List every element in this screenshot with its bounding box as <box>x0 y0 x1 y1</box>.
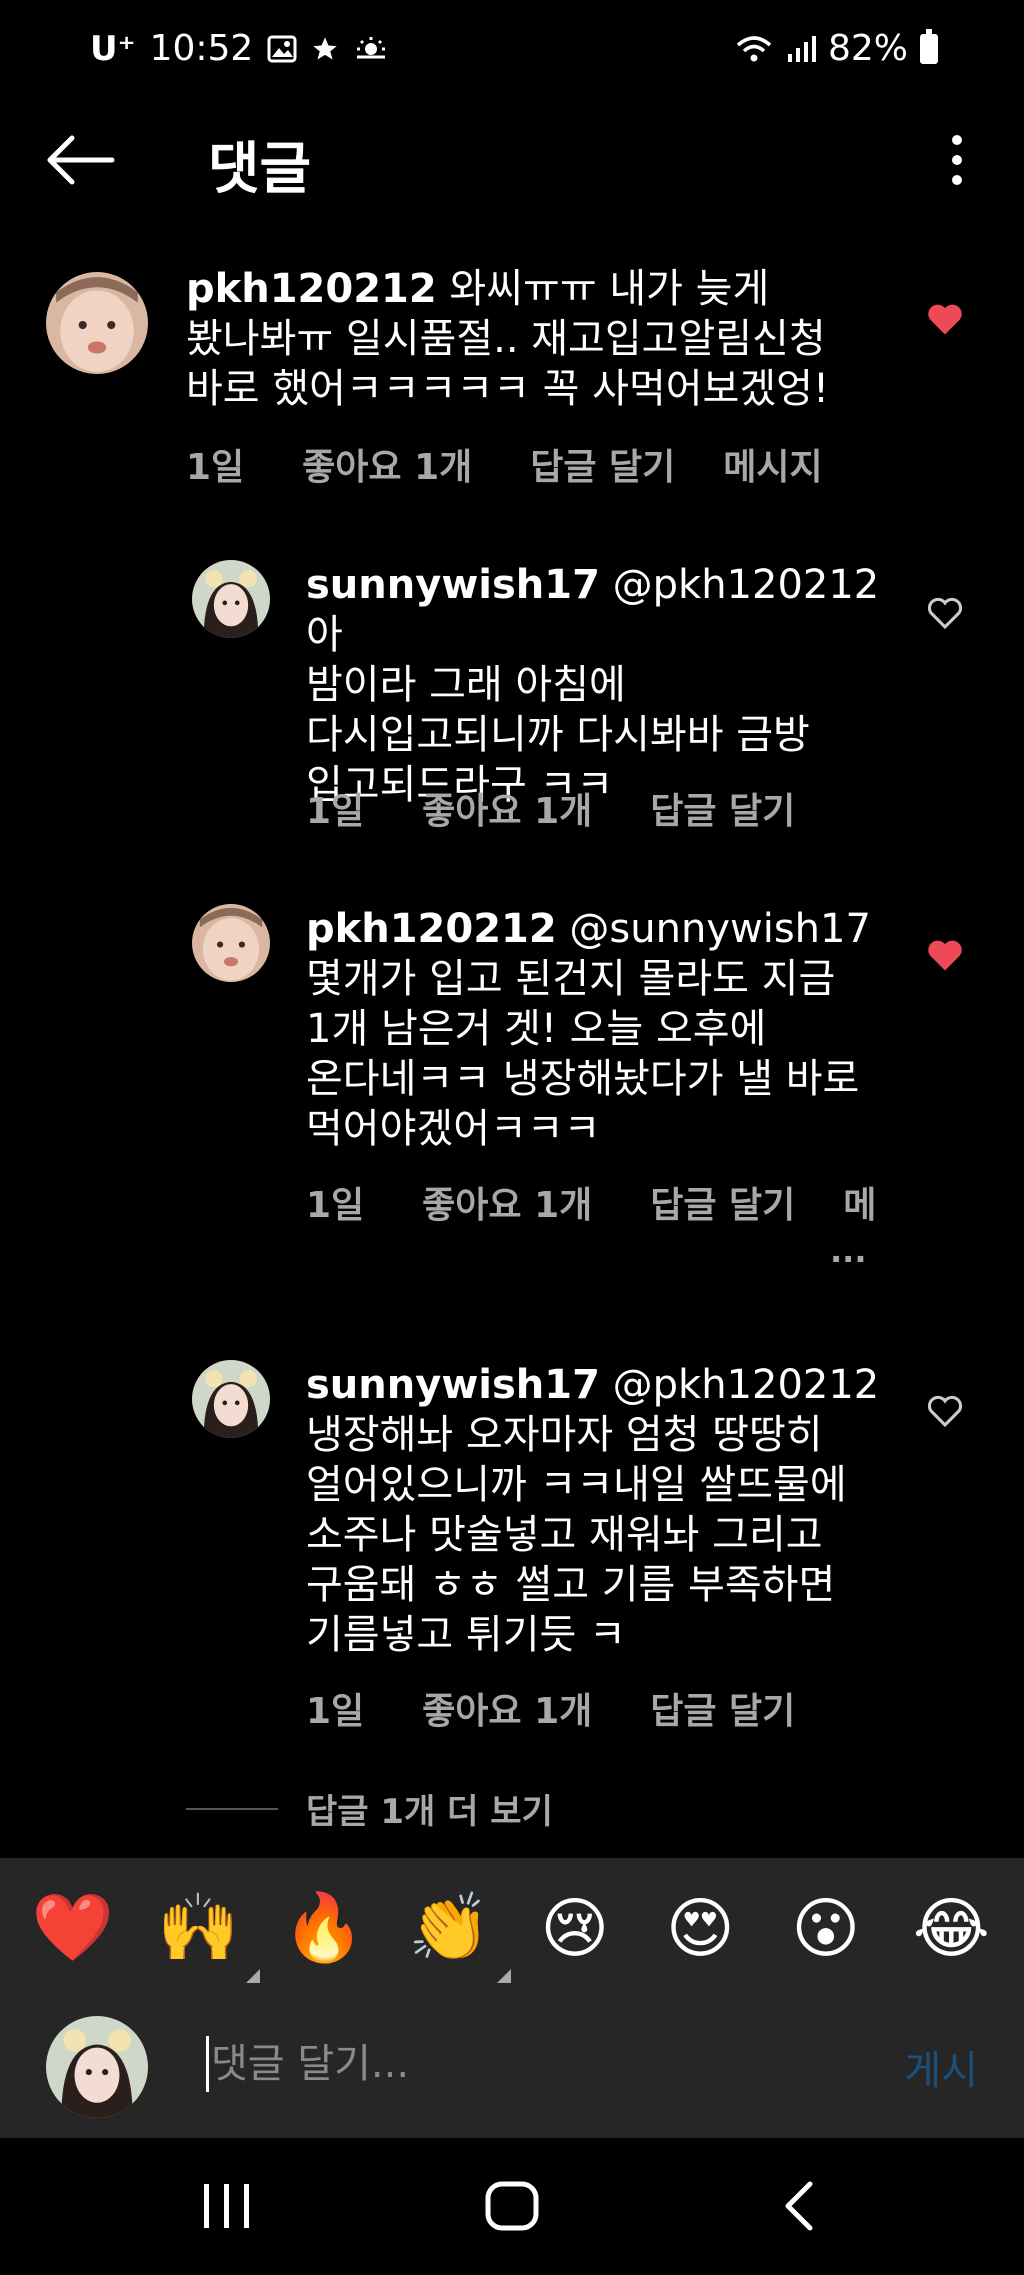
message-link[interactable]: 메 <box>843 1176 876 1228</box>
emoji-glyph: 🙌 <box>157 1889 240 1966</box>
likes-count-link[interactable]: 좋아요 1개 <box>302 438 472 490</box>
emoji-reaction-bar: ❤️ 🙌 🔥 👏 😢 😍 😮 😂 <box>0 1858 1024 1998</box>
back-arrow-icon[interactable] <box>42 128 122 192</box>
skin-tone-indicator <box>497 1969 512 1983</box>
system-nav-bar <box>0 2138 1024 2275</box>
comment-line: 소주나 맛술넣고 재워놔 그리고 <box>306 1512 823 1558</box>
page-title: 댓글 <box>208 137 312 202</box>
likes-count-link[interactable]: 좋아요 1개 <box>422 1682 592 1734</box>
image-icon <box>267 35 297 62</box>
avatar[interactable] <box>46 272 148 374</box>
comment-text: sunnywish17 @pkh120212 아 밤이라 그래 아침에 다시입고… <box>306 560 906 810</box>
post-button[interactable]: 게시 <box>904 2038 978 2096</box>
view-more-label: 답글 1개 더 보기 <box>306 1792 553 1832</box>
emoji-crying[interactable]: 😢 <box>525 1890 625 1967</box>
more-actions-ellipsis[interactable]: ... <box>830 1232 866 1270</box>
comment-meta: 1일 좋아요 1개 답글 달기 <box>306 1682 853 1734</box>
comment-line: 1개 남은거 겟! 오늘 오후에 <box>306 1006 767 1052</box>
comment-line: 온다네ㅋㅋ 냉장해놨다가 낼 바로 <box>306 1056 860 1102</box>
comment-meta: 1일 좋아요 1개 답글 달기 <box>306 782 853 834</box>
comment-line: 얼어있으니까 ㅋㅋ내일 쌀뜨물에 <box>306 1462 847 1508</box>
heart-outline-icon[interactable] <box>926 1394 964 1428</box>
likes-count-link[interactable]: 좋아요 1개 <box>422 782 592 834</box>
avatar[interactable] <box>192 560 270 638</box>
emoji-raised-hands[interactable]: 🙌 <box>148 1889 261 1983</box>
comment-username[interactable]: sunnywish17 <box>306 562 600 608</box>
status-bar: U⁺ 10:52 82% <box>0 0 1024 100</box>
view-more-replies[interactable]: 답글 1개 더 보기 <box>186 1784 553 1833</box>
emoji-laughing[interactable]: 😂 <box>901 1890 1001 1967</box>
weather-icon <box>357 36 386 58</box>
comment-meta: 1일 좋아요 1개 답글 달기 메 <box>306 1176 934 1228</box>
back-nav-icon[interactable] <box>780 2178 820 2234</box>
home-icon[interactable] <box>484 2178 540 2234</box>
message-link[interactable]: 메시지 <box>723 438 822 490</box>
skin-tone-indicator <box>246 1969 261 1983</box>
comment-input-bar: 댓글 달기... 게시 <box>0 1998 1024 2138</box>
clock: 10:52 <box>149 28 254 69</box>
comment-username[interactable]: sunnywish17 <box>306 1362 600 1408</box>
comment-line: 먹어야겠어ㅋㅋㅋ <box>306 1106 601 1152</box>
reply-link[interactable]: 답글 달기 <box>530 438 675 490</box>
battery-icon <box>920 28 938 64</box>
battery-percent: 82% <box>827 28 908 69</box>
comment-line: 냉장해놔 오자마자 엄청 땅땅히 <box>306 1412 823 1458</box>
comment-time: 1일 <box>306 1185 365 1226</box>
emoji-fire[interactable]: 🔥 <box>274 1889 374 1967</box>
mention-link[interactable]: @pkh120212 <box>613 562 880 608</box>
emoji-clap[interactable]: 👏 <box>399 1889 512 1983</box>
divider-line <box>186 1807 278 1810</box>
status-right: 82% <box>734 28 938 69</box>
comment-line: 구움돼 ㅎㅎ 썰고 기름 부족하면 <box>306 1562 836 1608</box>
comment-meta: 1일 좋아요 1개 답글 달기 메시지 <box>186 438 881 490</box>
more-options-icon[interactable] <box>932 128 982 192</box>
reply-link[interactable]: 답글 달기 <box>650 1176 795 1228</box>
emoji-surprised[interactable]: 😮 <box>776 1890 876 1967</box>
status-left: U⁺ 10:52 <box>90 28 389 69</box>
comment-line: 다시입고되니까 다시봐바 금방 <box>306 712 810 758</box>
comment-text: pkh120212 와씨ㅠㅠ 내가 늦게 봤나봐ㅠ 일시품절.. 재고입고알림신… <box>186 264 906 414</box>
comment-line: 기름넣고 튀기듯 ㅋ <box>306 1612 626 1658</box>
heart-filled-icon[interactable] <box>926 302 964 336</box>
mention-link[interactable]: @sunnywish17 <box>569 906 870 952</box>
emoji-heart-eyes[interactable]: 😍 <box>650 1890 750 1967</box>
comment-time: 1일 <box>306 791 365 832</box>
recent-apps-icon[interactable] <box>200 2178 254 2234</box>
comment-username[interactable]: pkh120212 <box>306 906 557 952</box>
heart-filled-icon[interactable] <box>926 938 964 972</box>
comment-time: 1일 <box>306 1691 365 1732</box>
emoji-heart[interactable]: ❤️ <box>23 1889 123 1967</box>
carrier-label: U⁺ <box>90 28 136 69</box>
avatar[interactable] <box>192 904 270 982</box>
reply-link[interactable]: 답글 달기 <box>650 782 795 834</box>
heart-outline-icon[interactable] <box>926 596 964 630</box>
mention-link[interactable]: @pkh120212 <box>613 1362 880 1408</box>
comment-line: 바로 했어ㅋㅋㅋㅋㅋ 꼭 사먹어보겠엉! <box>186 366 829 412</box>
comment-line: 몇개가 입고 된건지 몰라도 지금 <box>306 956 836 1002</box>
comment-time: 1일 <box>186 447 245 488</box>
comment-input[interactable]: 댓글 달기... <box>206 2036 409 2092</box>
avatar[interactable] <box>192 1360 270 1438</box>
likes-count-link[interactable]: 좋아요 1개 <box>422 1176 592 1228</box>
comment-first-line: 와씨ㅠㅠ 내가 늦게 <box>449 266 770 312</box>
emoji-glyph: 👏 <box>408 1889 491 1966</box>
comment-first-line: 아 <box>306 612 343 658</box>
comment-text: pkh120212 @sunnywish17 몇개가 입고 된건지 몰라도 지금… <box>306 904 906 1154</box>
star-icon <box>313 36 337 59</box>
signal-icon <box>787 35 816 62</box>
my-avatar <box>46 2016 148 2118</box>
reply-link[interactable]: 답글 달기 <box>650 1682 795 1734</box>
comment-line: 밤이라 그래 아침에 <box>306 662 626 708</box>
header: 댓글 <box>0 110 1024 210</box>
comment-line: 봤나봐ㅠ 일시품절.. 재고입고알림신청 <box>186 316 826 362</box>
wifi-icon <box>736 35 772 61</box>
comment-text: sunnywish17 @pkh120212 냉장해놔 오자마자 엄청 땅땅히 … <box>306 1360 906 1660</box>
comment-username[interactable]: pkh120212 <box>186 266 437 312</box>
